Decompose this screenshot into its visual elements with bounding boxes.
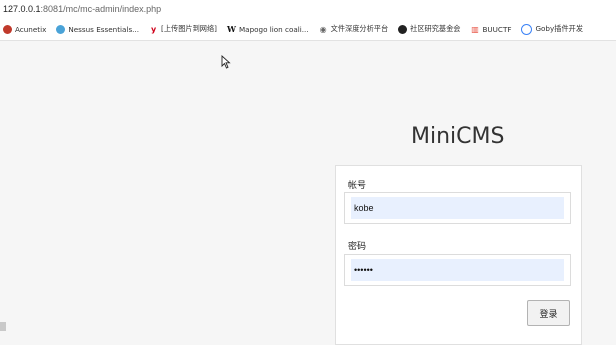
login-button[interactable]: 登录: [527, 300, 570, 326]
bookmark-buuctf[interactable]: ▥ BUUCTF: [470, 25, 511, 34]
bookmark-wikipedia[interactable]: W Mapogo lion coali...: [226, 23, 309, 34]
page-corner-fragment: [0, 322, 6, 331]
address-bar[interactable]: 127.0.0.1:8081/mc/mc-admin/index.php: [0, 0, 616, 18]
bookmark-label: Mapogo lion coali...: [238, 24, 309, 34]
password-input[interactable]: [351, 259, 564, 281]
github-icon: [398, 24, 408, 34]
bookmark-file-analysis[interactable]: ◉ 文件深度分析平台: [319, 24, 389, 34]
acunetix-icon: [3, 24, 12, 34]
username-label: 帐号: [348, 181, 367, 191]
bookmark-acunetix[interactable]: Acunetix: [3, 24, 47, 34]
wikipedia-icon: W: [226, 23, 236, 34]
bookmark-upload-image[interactable]: y [上传图片到网络]: [149, 24, 217, 34]
bookmark-label: BUUCTF: [482, 24, 512, 34]
password-field-container: [344, 254, 571, 286]
bookmark-community[interactable]: 社区研究基金会: [398, 24, 460, 34]
mouse-cursor-icon: [221, 55, 231, 69]
bookmark-label: Nessus Essentials...: [68, 24, 140, 34]
nessus-icon: [56, 24, 66, 34]
password-label: 密码: [348, 242, 367, 252]
login-form: 帐号 密码 登录: [335, 165, 582, 345]
bookmark-label: 社区研究基金会: [410, 24, 461, 33]
file-analysis-icon: ◉: [319, 24, 327, 34]
y-icon: y: [150, 24, 157, 34]
page-title: MiniCMS: [411, 124, 505, 149]
bookmark-label: Acunetix: [15, 24, 47, 34]
buuctf-icon: ▥: [471, 24, 479, 34]
bookmark-nessus[interactable]: Nessus Essentials...: [56, 24, 140, 34]
bookmark-label: 文件深度分析平台: [330, 24, 389, 33]
username-field-container: [344, 192, 571, 224]
goby-icon: [521, 23, 533, 35]
url-host: 127.0.0.1: [3, 4, 41, 14]
bookmark-goby[interactable]: Goby插件开发: [521, 23, 584, 35]
bookmark-label: [上传图片到网络]: [161, 24, 217, 33]
bookmarks-bar: Acunetix Nessus Essentials... y [上传图片到网络…: [0, 18, 616, 41]
bookmark-label: Goby插件开发: [535, 24, 584, 33]
url-path: :8081/mc/mc-admin/index.php: [40, 4, 162, 14]
username-input[interactable]: [351, 197, 564, 219]
